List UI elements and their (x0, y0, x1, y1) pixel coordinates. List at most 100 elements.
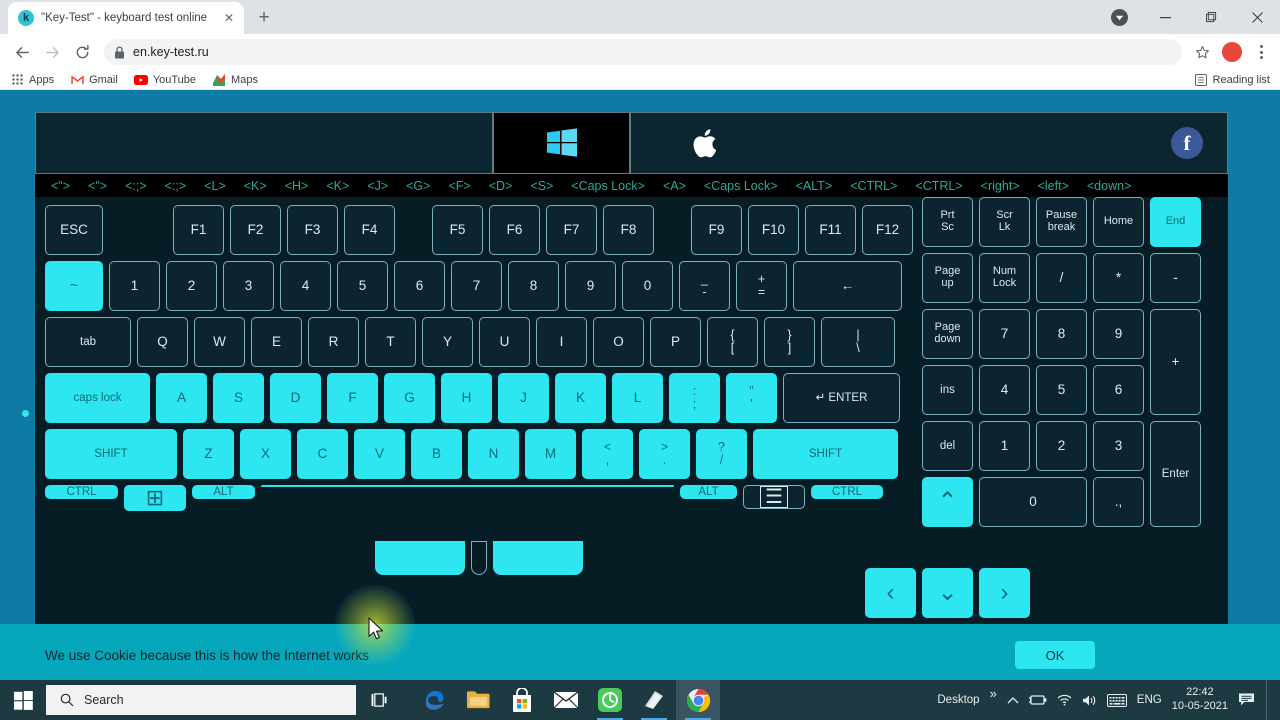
key-[interactable]: ← (793, 261, 902, 311)
wifi-icon[interactable] (1057, 694, 1072, 706)
taskbar-microsoft-store-icon[interactable] (500, 680, 544, 720)
key-f12[interactable]: F12 (862, 205, 913, 255)
key-esc[interactable]: ESC (45, 205, 103, 255)
key-6[interactable]: 6 (394, 261, 445, 311)
tray-desktop-label[interactable]: Desktop (937, 694, 979, 706)
taskbar-chrome-icon[interactable] (676, 680, 720, 720)
key-2[interactable]: 2 (1036, 421, 1087, 471)
new-tab-button[interactable]: + (250, 4, 278, 32)
key-8[interactable]: 8 (508, 261, 559, 311)
key-q[interactable]: Q (137, 317, 188, 367)
key-blank[interactable] (375, 541, 465, 575)
key-alt[interactable]: ALT (680, 485, 737, 500)
key-page-up[interactable]: Page up (922, 253, 973, 303)
notifications-icon[interactable] (1238, 692, 1256, 708)
key-f1[interactable]: F1 (173, 205, 224, 255)
key-[interactable]: }] (764, 317, 815, 367)
key-shift[interactable]: SHIFT (753, 429, 898, 479)
key-f2[interactable]: F2 (230, 205, 281, 255)
taskbar-sticky-notes-icon[interactable] (632, 680, 676, 720)
key-f9[interactable]: F9 (691, 205, 742, 255)
close-window-button[interactable] (1234, 0, 1280, 34)
key-enter[interactable]: Enter (1150, 421, 1201, 527)
key-7[interactable]: 7 (979, 309, 1030, 359)
key-d[interactable]: D (270, 373, 321, 423)
tray-overflow-icon[interactable]: » (990, 686, 997, 701)
profile-avatar[interactable] (1222, 42, 1242, 62)
key-v[interactable]: V (354, 429, 405, 479)
key-[interactable]: ⊞ (124, 485, 186, 511)
show-desktop-button[interactable] (1266, 680, 1272, 720)
key-i[interactable]: I (536, 317, 587, 367)
key-ctrl[interactable]: CTRL (45, 485, 118, 500)
key-[interactable]: <, (582, 429, 633, 479)
key-scr-lk[interactable]: Scr Lk (979, 197, 1030, 247)
key-f5[interactable]: F5 (432, 205, 483, 255)
bookmark-maps[interactable]: Maps (212, 73, 258, 87)
key-[interactable]: ⌄ (922, 568, 973, 618)
key-6[interactable]: 6 (1093, 365, 1144, 415)
key-ins[interactable]: ins (922, 365, 973, 415)
reading-list-button[interactable]: Reading list (1194, 73, 1270, 87)
key-f4[interactable]: F4 (344, 205, 395, 255)
key-tab[interactable]: tab (45, 317, 131, 367)
windows-platform-tab[interactable] (493, 112, 630, 174)
key-del[interactable]: del (922, 421, 973, 471)
space-key[interactable] (261, 485, 674, 487)
key-y[interactable]: Y (422, 317, 473, 367)
key-r[interactable]: R (308, 317, 359, 367)
key-caps-lock[interactable]: caps lock (45, 373, 150, 423)
key-p[interactable]: P (650, 317, 701, 367)
key-5[interactable]: 5 (337, 261, 388, 311)
start-button[interactable] (0, 680, 46, 720)
key-[interactable]: ~ (45, 261, 103, 311)
taskbar-file-explorer-icon[interactable] (456, 680, 500, 720)
key-4[interactable]: 4 (979, 365, 1030, 415)
key-f3[interactable]: F3 (287, 205, 338, 255)
key-z[interactable]: Z (183, 429, 234, 479)
taskbar-green-app-icon[interactable] (588, 680, 632, 720)
key-f7[interactable]: F7 (546, 205, 597, 255)
key-4[interactable]: 4 (280, 261, 331, 311)
key-j[interactable]: J (498, 373, 549, 423)
key-f6[interactable]: F6 (489, 205, 540, 255)
key-3[interactable]: 3 (1093, 421, 1144, 471)
key-blank[interactable] (493, 541, 583, 575)
key-end[interactable]: End (1150, 197, 1201, 247)
facebook-share-button[interactable]: f (1171, 127, 1203, 159)
key-n[interactable]: N (468, 429, 519, 479)
key-a[interactable]: A (156, 373, 207, 423)
key-l[interactable]: L (612, 373, 663, 423)
battery-icon[interactable] (1028, 694, 1047, 706)
key-home[interactable]: Home (1093, 197, 1144, 247)
key-[interactable]: ☰ (743, 485, 805, 509)
key-[interactable]: * (1093, 253, 1144, 303)
key-[interactable]: :; (669, 373, 720, 423)
taskbar-mail-icon[interactable] (544, 680, 588, 720)
key-k[interactable]: K (555, 373, 606, 423)
address-bar[interactable]: en.key-test.ru (104, 39, 1182, 65)
taskbar-edge-icon[interactable] (412, 680, 456, 720)
key-w[interactable]: W (194, 317, 245, 367)
key-2[interactable]: 2 (166, 261, 217, 311)
key-shift[interactable]: SHIFT (45, 429, 177, 479)
key-u[interactable]: U (479, 317, 530, 367)
key-t[interactable]: T (365, 317, 416, 367)
reload-button[interactable] (68, 38, 96, 66)
key-[interactable]: ., (1093, 477, 1144, 527)
key-b[interactable]: B (411, 429, 462, 479)
key-o[interactable]: O (593, 317, 644, 367)
tray-clock[interactable]: 22:42 10-05-2021 (1172, 686, 1228, 714)
key-f11[interactable]: F11 (805, 205, 856, 255)
key-0[interactable]: 0 (622, 261, 673, 311)
key-ctrl[interactable]: CTRL (811, 485, 883, 500)
key-[interactable]: › (979, 568, 1030, 618)
key-[interactable]: ⌃ (922, 477, 973, 527)
key-[interactable]: ? / (696, 429, 747, 479)
key-x[interactable]: X (240, 429, 291, 479)
key-5[interactable]: 5 (1036, 365, 1087, 415)
key-h[interactable]: H (441, 373, 492, 423)
volume-icon[interactable] (1082, 694, 1097, 707)
key-e[interactable]: E (251, 317, 302, 367)
taskbar-search-box[interactable]: Search (46, 685, 356, 715)
